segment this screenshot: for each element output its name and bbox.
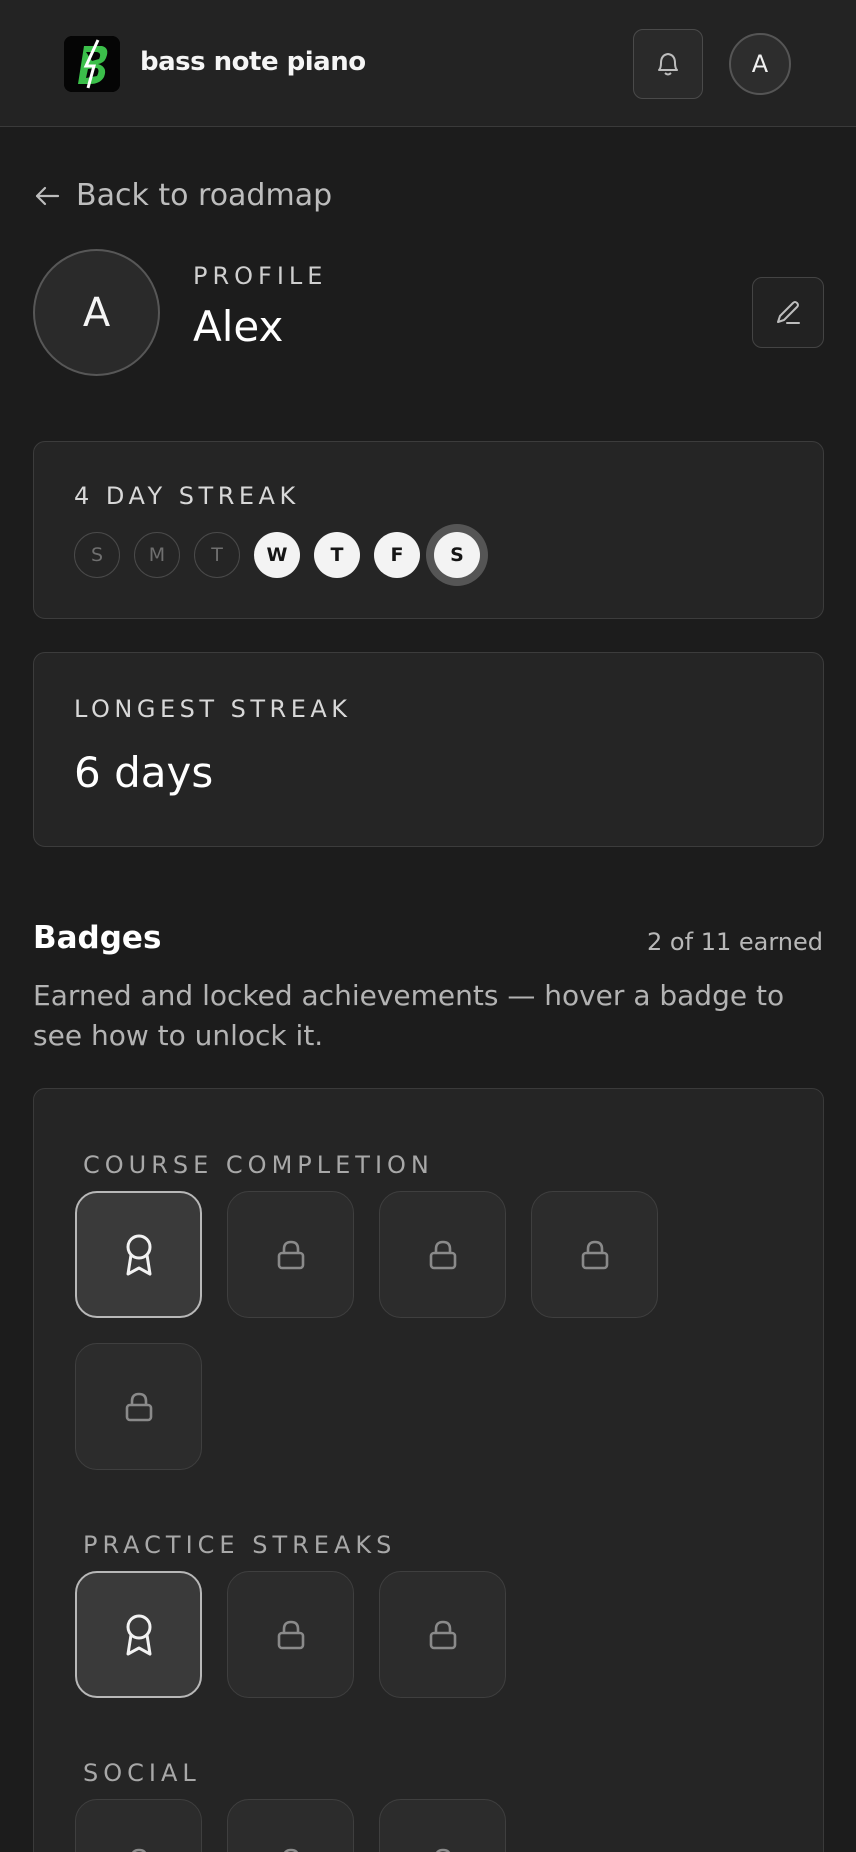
- lock-icon: [283, 1848, 298, 1852]
- lock-icon: [277, 1620, 304, 1649]
- streak-card: 4 DAY STREAK SMTWTFS: [33, 441, 824, 619]
- badge-locked[interactable]: [227, 1799, 354, 1852]
- weekday-6-today: S: [434, 532, 480, 578]
- badge-locked[interactable]: [379, 1191, 506, 1318]
- badge-locked[interactable]: [227, 1571, 354, 1698]
- badges-heading: Badges: [33, 920, 162, 956]
- longest-streak-value: 6 days: [74, 748, 214, 797]
- longest-streak-label: LONGEST STREAK: [74, 695, 352, 723]
- award-icon: [126, 1614, 151, 1655]
- badges-earned-count: 2 of 11 earned: [647, 928, 823, 956]
- lock-icon: [125, 1392, 152, 1421]
- weekday-2-missed: T: [194, 532, 240, 578]
- top-bar: bass note piano A: [0, 0, 856, 127]
- weekday-3-done: W: [254, 532, 300, 578]
- lock-icon: [429, 1620, 456, 1649]
- badges-description: Earned and locked achievements — hover a…: [33, 979, 785, 1052]
- app-name[interactable]: bass note piano: [140, 47, 366, 77]
- weekday-4-done: T: [314, 532, 360, 578]
- badge-section-label: COURSE COMPLETION: [83, 1151, 434, 1179]
- app-logo[interactable]: [64, 36, 120, 92]
- profile-name: Alex: [193, 302, 284, 351]
- edit-profile-button[interactable]: [752, 277, 824, 348]
- user-avatar-button[interactable]: A: [729, 33, 791, 95]
- badge-locked[interactable]: [379, 1571, 506, 1698]
- badge-section-label: PRACTICE STREAKS: [83, 1531, 397, 1559]
- badge-locked[interactable]: [379, 1799, 506, 1852]
- badge-locked[interactable]: [75, 1799, 202, 1852]
- streak-title: 4 DAY STREAK: [74, 482, 300, 510]
- badge-earned[interactable]: [75, 1571, 202, 1698]
- pencil-icon: [777, 300, 800, 324]
- lock-icon: [581, 1240, 608, 1269]
- profile-avatar: A: [33, 249, 160, 376]
- badge-earned[interactable]: [75, 1191, 202, 1318]
- badge-section-label: SOCIAL: [83, 1759, 201, 1787]
- weekday-1-missed: M: [134, 532, 180, 578]
- lock-icon: [277, 1240, 304, 1269]
- weekday-5-done: F: [374, 532, 420, 578]
- badge-locked[interactable]: [227, 1191, 354, 1318]
- badges-panel: COURSE COMPLETION PRACTICE STREAKS SOCIAL: [33, 1088, 824, 1852]
- notifications-button[interactable]: [633, 29, 703, 99]
- badge-locked[interactable]: [75, 1343, 202, 1470]
- weekday-row: SMTWTFS: [74, 532, 494, 578]
- lock-icon: [435, 1848, 450, 1852]
- badge-locked[interactable]: [531, 1191, 658, 1318]
- logo-mark: [64, 36, 120, 92]
- lock-icon: [131, 1848, 146, 1852]
- bell-icon: [658, 53, 678, 76]
- arrow-left-icon: [35, 186, 60, 205]
- profile-section-label: PROFILE: [193, 262, 328, 290]
- award-icon: [126, 1234, 151, 1275]
- weekday-0-missed: S: [74, 532, 120, 578]
- back-to-roadmap-link[interactable]: Back to roadmap: [34, 178, 332, 213]
- back-link-label: Back to roadmap: [76, 178, 333, 213]
- longest-streak-card: LONGEST STREAK 6 days: [33, 652, 824, 847]
- lock-icon: [429, 1240, 456, 1269]
